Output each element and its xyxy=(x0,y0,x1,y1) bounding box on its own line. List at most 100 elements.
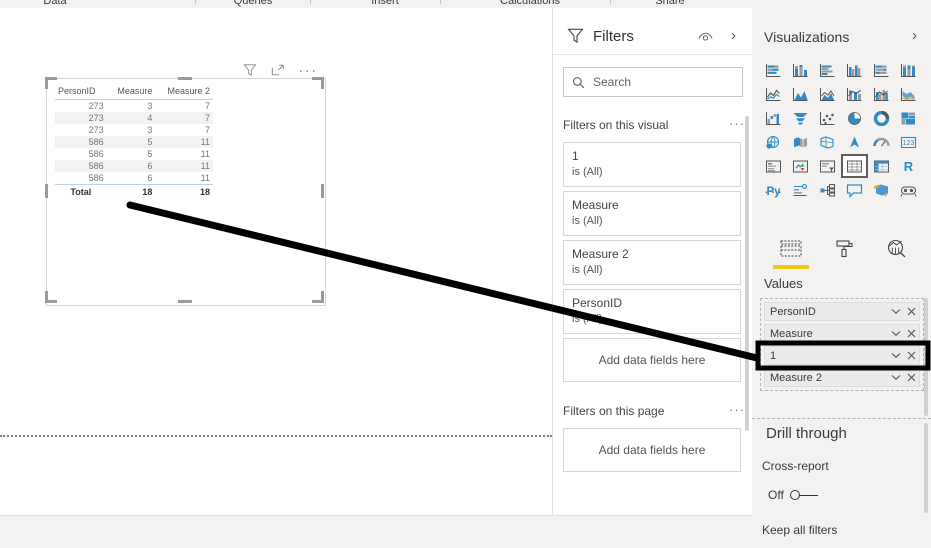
map-icon[interactable] xyxy=(760,130,787,154)
table-row[interactable]: 273 4 7 xyxy=(55,112,213,124)
visualizations-expand-chevron-icon[interactable]: › xyxy=(912,28,917,43)
paginated-report-icon[interactable] xyxy=(895,178,922,202)
clustered-column-chart-icon[interactable] xyxy=(841,58,868,82)
filled-map-icon[interactable] xyxy=(787,130,814,154)
table-cell: 7 xyxy=(204,101,210,111)
gauge-icon[interactable] xyxy=(868,130,895,154)
toggle-switch-icon[interactable] xyxy=(789,489,818,501)
resize-handle-middle-left[interactable] xyxy=(45,184,48,198)
close-icon[interactable] xyxy=(904,351,919,360)
filter-card[interactable]: Measure is (All) xyxy=(563,191,741,236)
clustered-bar-chart-icon[interactable] xyxy=(814,58,841,82)
chevron-down-icon[interactable] xyxy=(888,308,904,315)
line-stacked-column-chart-icon[interactable] xyxy=(841,82,868,106)
focus-mode-icon[interactable] xyxy=(268,61,288,79)
page-filter-dropzone[interactable]: Add data fields here xyxy=(563,428,741,472)
filters-pane-title: Filters xyxy=(593,28,634,45)
treemap-icon[interactable] xyxy=(895,106,922,130)
ribbon-tab-data[interactable]: Data xyxy=(25,0,85,8)
table-column-header[interactable]: Measure 2 xyxy=(155,85,213,100)
filter-card[interactable]: PersonID is (All) xyxy=(563,289,741,334)
stacked-column-chart-icon[interactable] xyxy=(787,58,814,82)
ribbon-tab-insert[interactable]: Insert xyxy=(355,0,415,8)
table-row[interactable]: 273 3 7 xyxy=(55,124,213,136)
shape-map-icon[interactable] xyxy=(814,130,841,154)
chevron-down-icon[interactable] xyxy=(888,352,904,359)
table-visual-container[interactable]: PersonID Measure Measure 2 273 3 7 273 4 7 273 3 7… xyxy=(46,78,326,306)
slicer-icon[interactable] xyxy=(814,154,841,178)
resize-handle-bottom-center[interactable] xyxy=(178,300,192,303)
format-tab[interactable] xyxy=(822,233,868,265)
field-wells-scrollbar[interactable] xyxy=(924,298,928,416)
cross-report-toggle[interactable]: Off xyxy=(768,488,818,502)
table-cell: 6 xyxy=(147,173,153,183)
close-icon[interactable] xyxy=(904,373,919,382)
scatter-chart-icon[interactable] xyxy=(814,106,841,130)
table-row[interactable]: 586 5 11 xyxy=(55,136,213,148)
visual-filter-dropzone[interactable]: Add data fields here xyxy=(563,338,741,382)
key-influencers-icon[interactable] xyxy=(787,178,814,202)
resize-handle-bottom-right-h[interactable] xyxy=(312,300,324,303)
100-stacked-bar-chart-icon[interactable] xyxy=(868,58,895,82)
kpi-icon[interactable] xyxy=(787,154,814,178)
area-chart-icon[interactable] xyxy=(787,82,814,106)
ribbon-tab-queries[interactable]: Queries xyxy=(218,0,288,8)
100-stacked-column-chart-icon[interactable] xyxy=(895,58,922,82)
resize-handle-middle-right[interactable] xyxy=(321,184,324,198)
ribbon-tab-calculations[interactable]: Calculations xyxy=(480,0,580,8)
line-chart-icon[interactable] xyxy=(760,82,787,106)
values-well-dropzone[interactable]: PersonID Measure 1 Measure 2 xyxy=(760,298,924,391)
table-row[interactable]: 586 6 11 xyxy=(55,160,213,172)
r-script-visual-icon[interactable]: R xyxy=(895,154,922,178)
table-icon[interactable] xyxy=(841,154,868,178)
filter-card[interactable]: Measure 2 is (All) xyxy=(563,240,741,285)
analytics-tab[interactable] xyxy=(874,233,920,265)
drill-through-scrollbar[interactable] xyxy=(924,423,928,513)
smart-narrative-icon[interactable] xyxy=(868,178,895,202)
waterfall-chart-icon[interactable] xyxy=(760,106,787,130)
chevron-down-icon[interactable] xyxy=(888,330,904,337)
chevron-down-icon[interactable] xyxy=(888,374,904,381)
fields-tab[interactable] xyxy=(768,233,814,265)
pie-chart-icon[interactable] xyxy=(841,106,868,130)
filter-card[interactable]: 1 is (All) xyxy=(563,142,741,187)
field-chip[interactable]: 1 xyxy=(764,346,920,365)
resize-handle-bottom-left-h[interactable] xyxy=(45,300,57,303)
resize-handle-top-left-h[interactable] xyxy=(45,77,57,80)
stacked-bar-chart-icon[interactable] xyxy=(760,58,787,82)
multi-row-card-icon[interactable] xyxy=(760,154,787,178)
arcgis-map-icon[interactable] xyxy=(841,130,868,154)
close-icon[interactable] xyxy=(904,307,919,316)
field-chip[interactable]: Measure xyxy=(764,324,920,343)
line-clustered-column-chart-icon[interactable] xyxy=(868,82,895,106)
close-icon[interactable] xyxy=(904,329,919,338)
filters-expand-chevron-icon[interactable]: › xyxy=(731,28,736,43)
filter-funnel-icon[interactable] xyxy=(240,61,260,79)
funnel-chart-icon[interactable] xyxy=(787,106,814,130)
decomposition-tree-icon[interactable] xyxy=(814,178,841,202)
field-chip[interactable]: PersonID xyxy=(764,302,920,321)
field-chip[interactable]: Measure 2 xyxy=(764,368,920,387)
table-row[interactable]: 586 5 11 xyxy=(55,148,213,160)
table-row[interactable]: 273 3 7 xyxy=(55,100,213,113)
filters-search-box[interactable]: Search xyxy=(563,67,743,97)
filters-pane-scrollbar[interactable] xyxy=(745,116,749,431)
matrix-icon[interactable] xyxy=(868,154,895,178)
table-cell: 3 xyxy=(147,101,153,111)
stacked-area-chart-icon[interactable] xyxy=(814,82,841,106)
table-column-header[interactable]: Measure xyxy=(106,85,156,100)
table-column-header[interactable]: PersonID xyxy=(55,85,107,100)
resize-handle-top-right-h[interactable] xyxy=(312,77,324,80)
resize-handle-top-center[interactable] xyxy=(178,77,192,80)
card-icon[interactable]: 123 xyxy=(895,130,922,154)
qna-visual-icon[interactable] xyxy=(841,178,868,202)
filters-on-visual-more-icon[interactable]: ··· xyxy=(729,116,745,131)
donut-chart-icon[interactable] xyxy=(868,106,895,130)
ribbon-chart-icon[interactable] xyxy=(895,82,922,106)
visualization-more-types-icon[interactable]: ··· xyxy=(764,183,784,199)
table-row[interactable]: 586 6 11 xyxy=(55,172,213,185)
filters-on-page-more-icon[interactable]: ··· xyxy=(729,402,745,417)
ribbon-tab-share[interactable]: Share xyxy=(640,0,700,8)
eye-hide-icon[interactable] xyxy=(697,30,714,46)
report-canvas[interactable]: ··· PersonID Measure Measure 2 273 3 7 273 4 7 2… xyxy=(0,8,552,515)
